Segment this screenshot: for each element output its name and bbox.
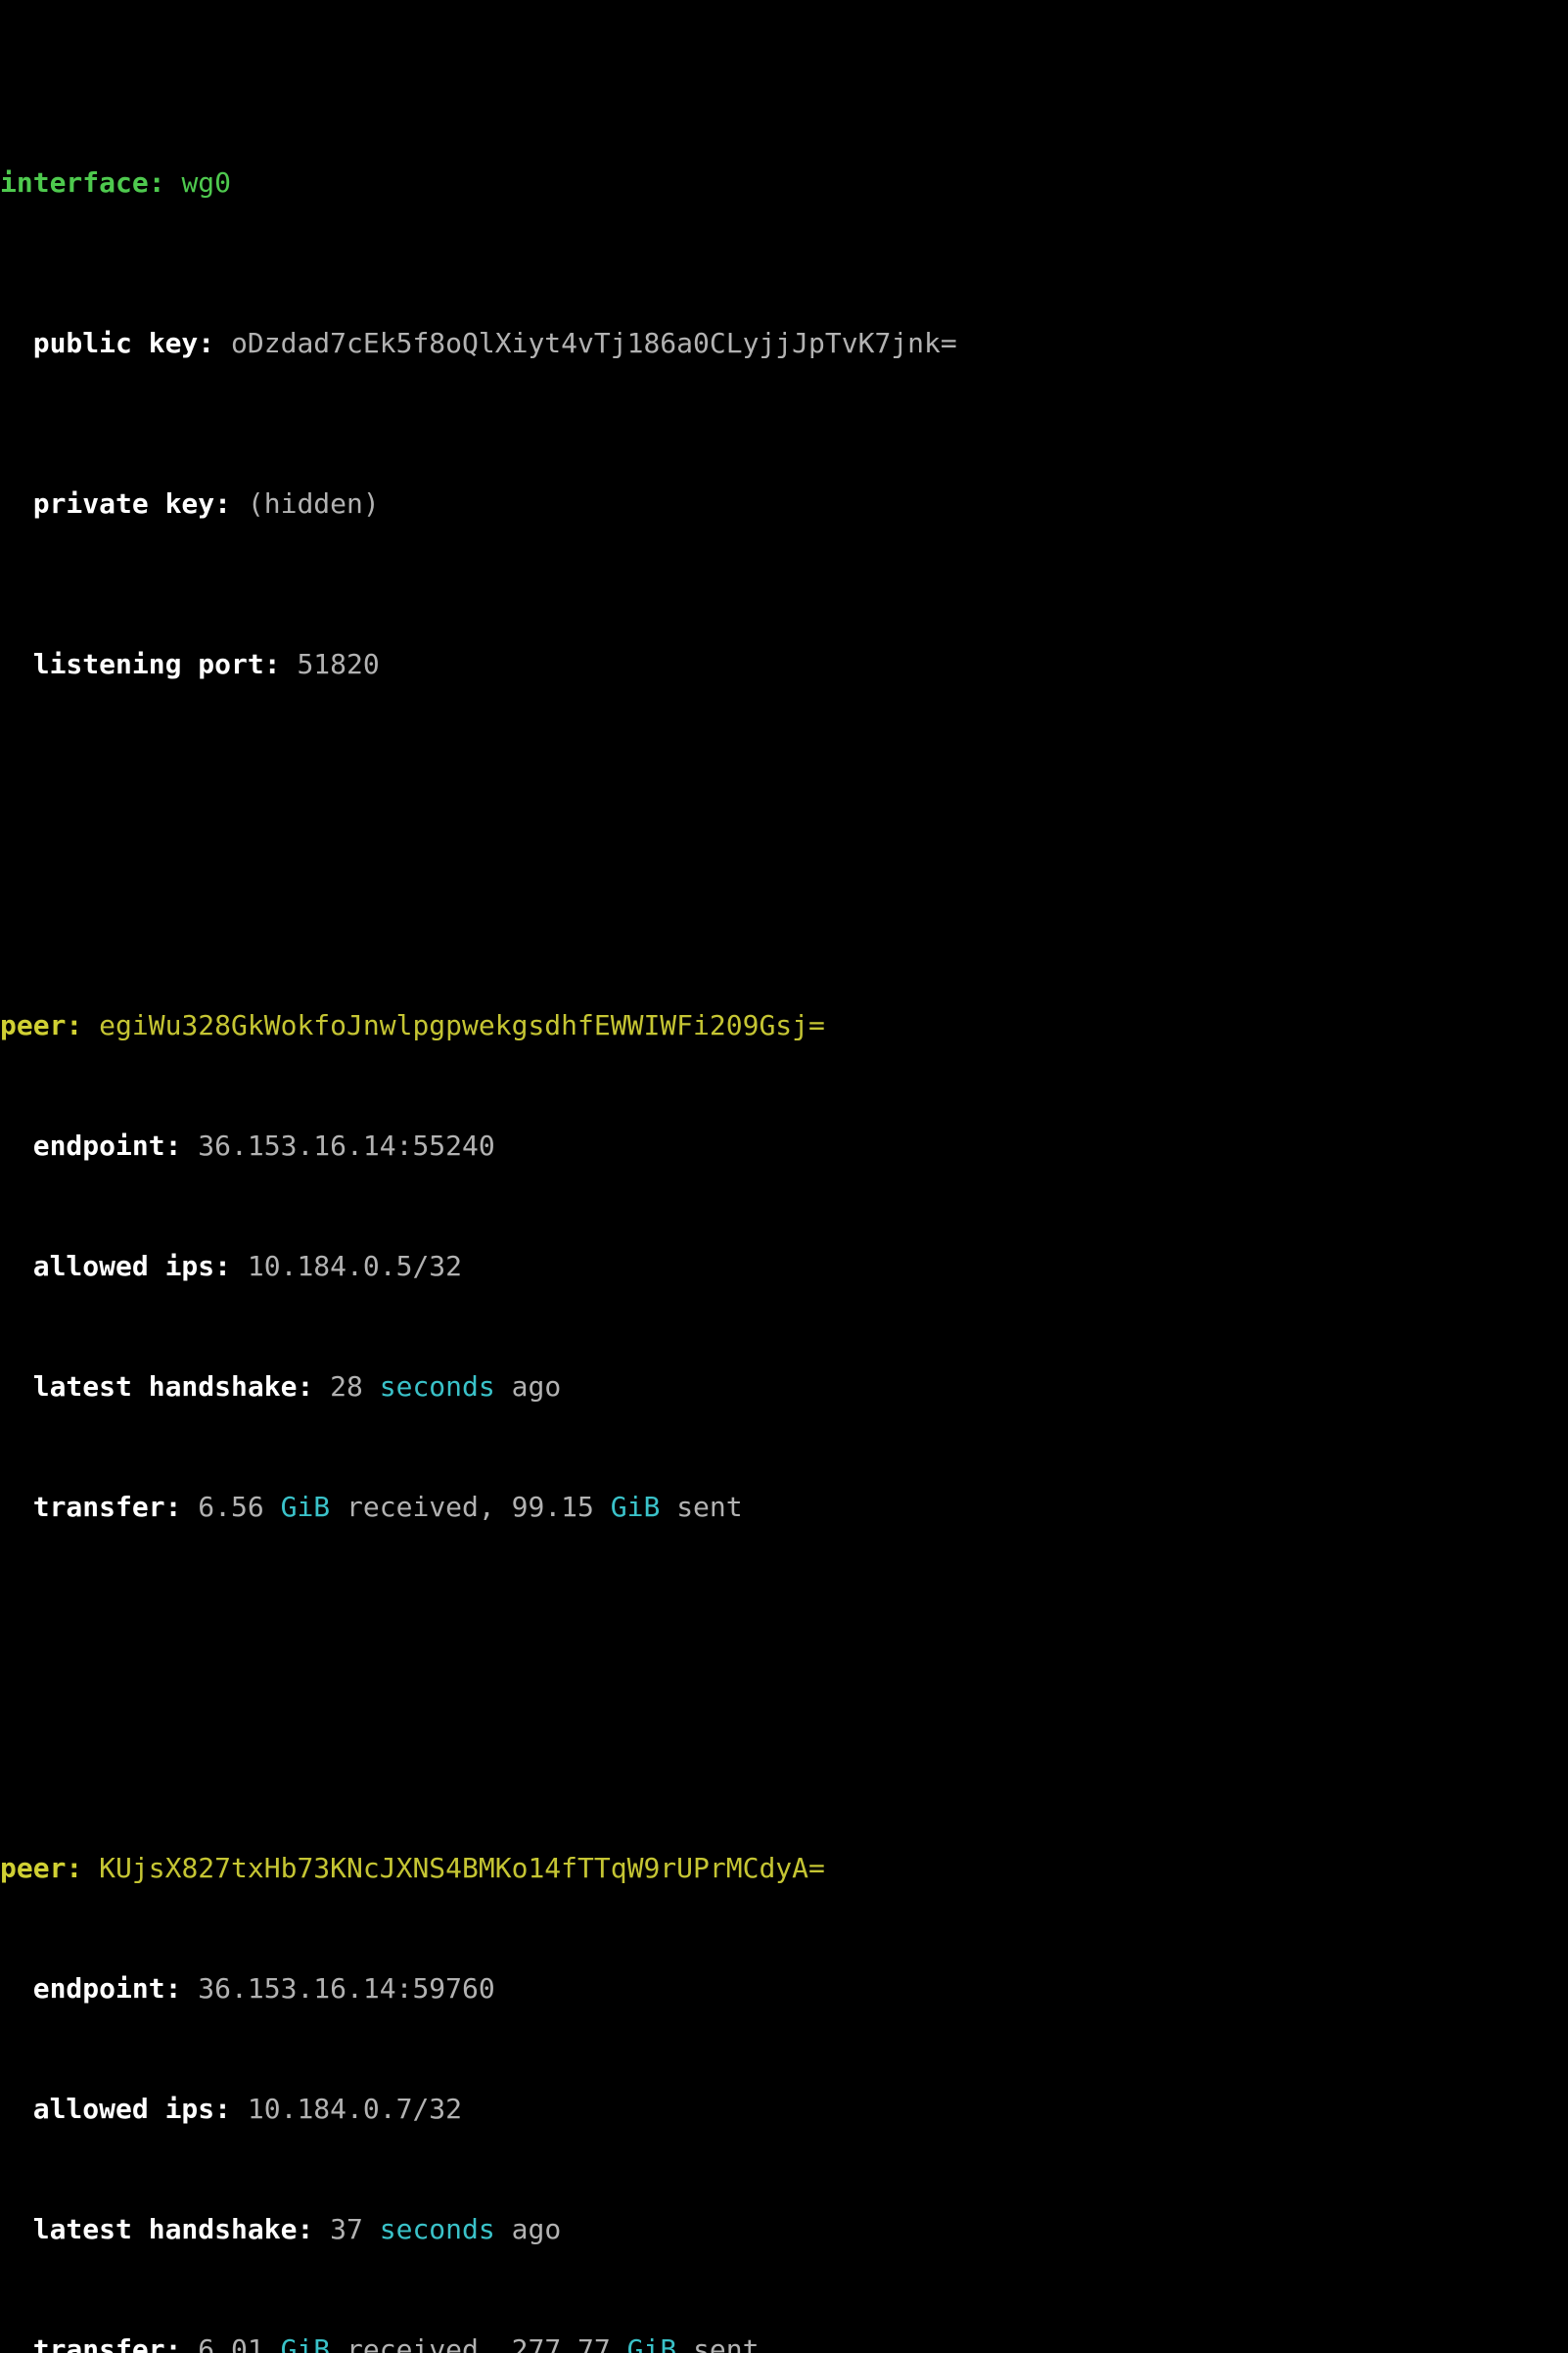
interface-public-key-line: public key: oDzdad7cEk5f8oQlXiyt4vTj186a… [0,323,1568,363]
peer-transfer-line: transfer: 6.01 GiB received, 277.77 GiB … [0,2330,1568,2353]
transfer-tx-word: sent [676,1491,743,1523]
public-key-value: oDzdad7cEk5f8oQlXiyt4vTj186a0CLyjjJpTvK7… [231,327,957,359]
transfer-tx-amount: 99.15 [511,1491,594,1523]
peer-handshake-line: latest handshake: 37 seconds ago [0,2209,1568,2249]
handshake-number: 37 [330,2213,363,2245]
transfer-tx-unit: GiB [626,2333,677,2353]
peer-endpoint-line: endpoint: 36.153.16.14:55240 [0,1126,1568,1166]
interface-header-line: interface: wg0 [0,161,1568,203]
transfer-rx-amount: 6.01 [198,2333,264,2353]
allowed-ips-value: 10.184.0.7/32 [247,2093,463,2125]
listening-port-label: listening port: [32,648,281,680]
peer-header-line: peer: egiWu328GkWokfoJnwlpgpwekgsdhfEWWI… [0,1005,1568,1045]
endpoint-label: endpoint: [32,1972,182,2005]
peer-allowed-ips-line: allowed ips: 10.184.0.7/32 [0,2089,1568,2129]
handshake-label: latest handshake: [32,1370,314,1403]
peer-allowed-ips-line: allowed ips: 10.184.0.5/32 [0,1246,1568,1286]
handshake-suffix: ago [511,1370,562,1403]
interface-name: wg0 [181,166,232,199]
transfer-rx-word: received, [346,1491,495,1523]
interface-listening-port-line: listening port: 51820 [0,644,1568,684]
peer-transfer-line: transfer: 6.56 GiB received, 99.15 GiB s… [0,1487,1568,1527]
endpoint-value: 36.153.16.14:59760 [198,1972,495,2005]
handshake-number: 28 [330,1370,363,1403]
peer-handshake-line: latest handshake: 28 seconds ago [0,1366,1568,1407]
transfer-tx-unit: GiB [610,1491,661,1523]
handshake-unit: seconds [379,2213,495,2245]
private-key-label: private key: [32,487,232,520]
peer-public-key: KUjsX827txHb73KNcJXNS4BMKo14fTTqW9rUPrMC… [99,1852,825,1884]
transfer-tx-word: sent [693,2333,760,2353]
handshake-label: latest handshake: [32,2213,314,2245]
transfer-rx-unit: GiB [280,1491,331,1523]
endpoint-label: endpoint: [32,1130,182,1162]
transfer-tx-amount: 277.77 [511,2333,611,2353]
interface-label: interface: [0,166,165,199]
transfer-rx-word: received, [346,2333,495,2353]
listening-port-value: 51820 [297,648,380,680]
endpoint-value: 36.153.16.14:55240 [198,1130,495,1162]
peer-header-line: peer: KUjsX827txHb73KNcJXNS4BMKo14fTTqW9… [0,1848,1568,1888]
peer-endpoint-line: endpoint: 36.153.16.14:59760 [0,1968,1568,2008]
terminal-output[interactable]: interface: wg0 public key: oDzdad7cEk5f8… [0,0,1568,2353]
handshake-unit: seconds [379,1370,495,1403]
transfer-rx-unit: GiB [280,2333,331,2353]
handshake-suffix: ago [511,2213,562,2245]
peer-label: peer: [0,1852,83,1884]
allowed-ips-label: allowed ips: [32,1250,232,1282]
transfer-label: transfer: [32,2333,182,2353]
peer-label: peer: [0,1009,83,1041]
public-key-label: public key: [32,327,215,359]
allowed-ips-value: 10.184.0.5/32 [247,1250,463,1282]
private-key-value: (hidden) [247,487,380,520]
transfer-label: transfer: [32,1491,182,1523]
interface-private-key-line: private key: (hidden) [0,484,1568,524]
peer-public-key: egiWu328GkWokfoJnwlpgpwekgsdhfEWWIWFi209… [99,1009,825,1041]
allowed-ips-label: allowed ips: [32,2093,232,2125]
transfer-rx-amount: 6.56 [198,1491,264,1523]
